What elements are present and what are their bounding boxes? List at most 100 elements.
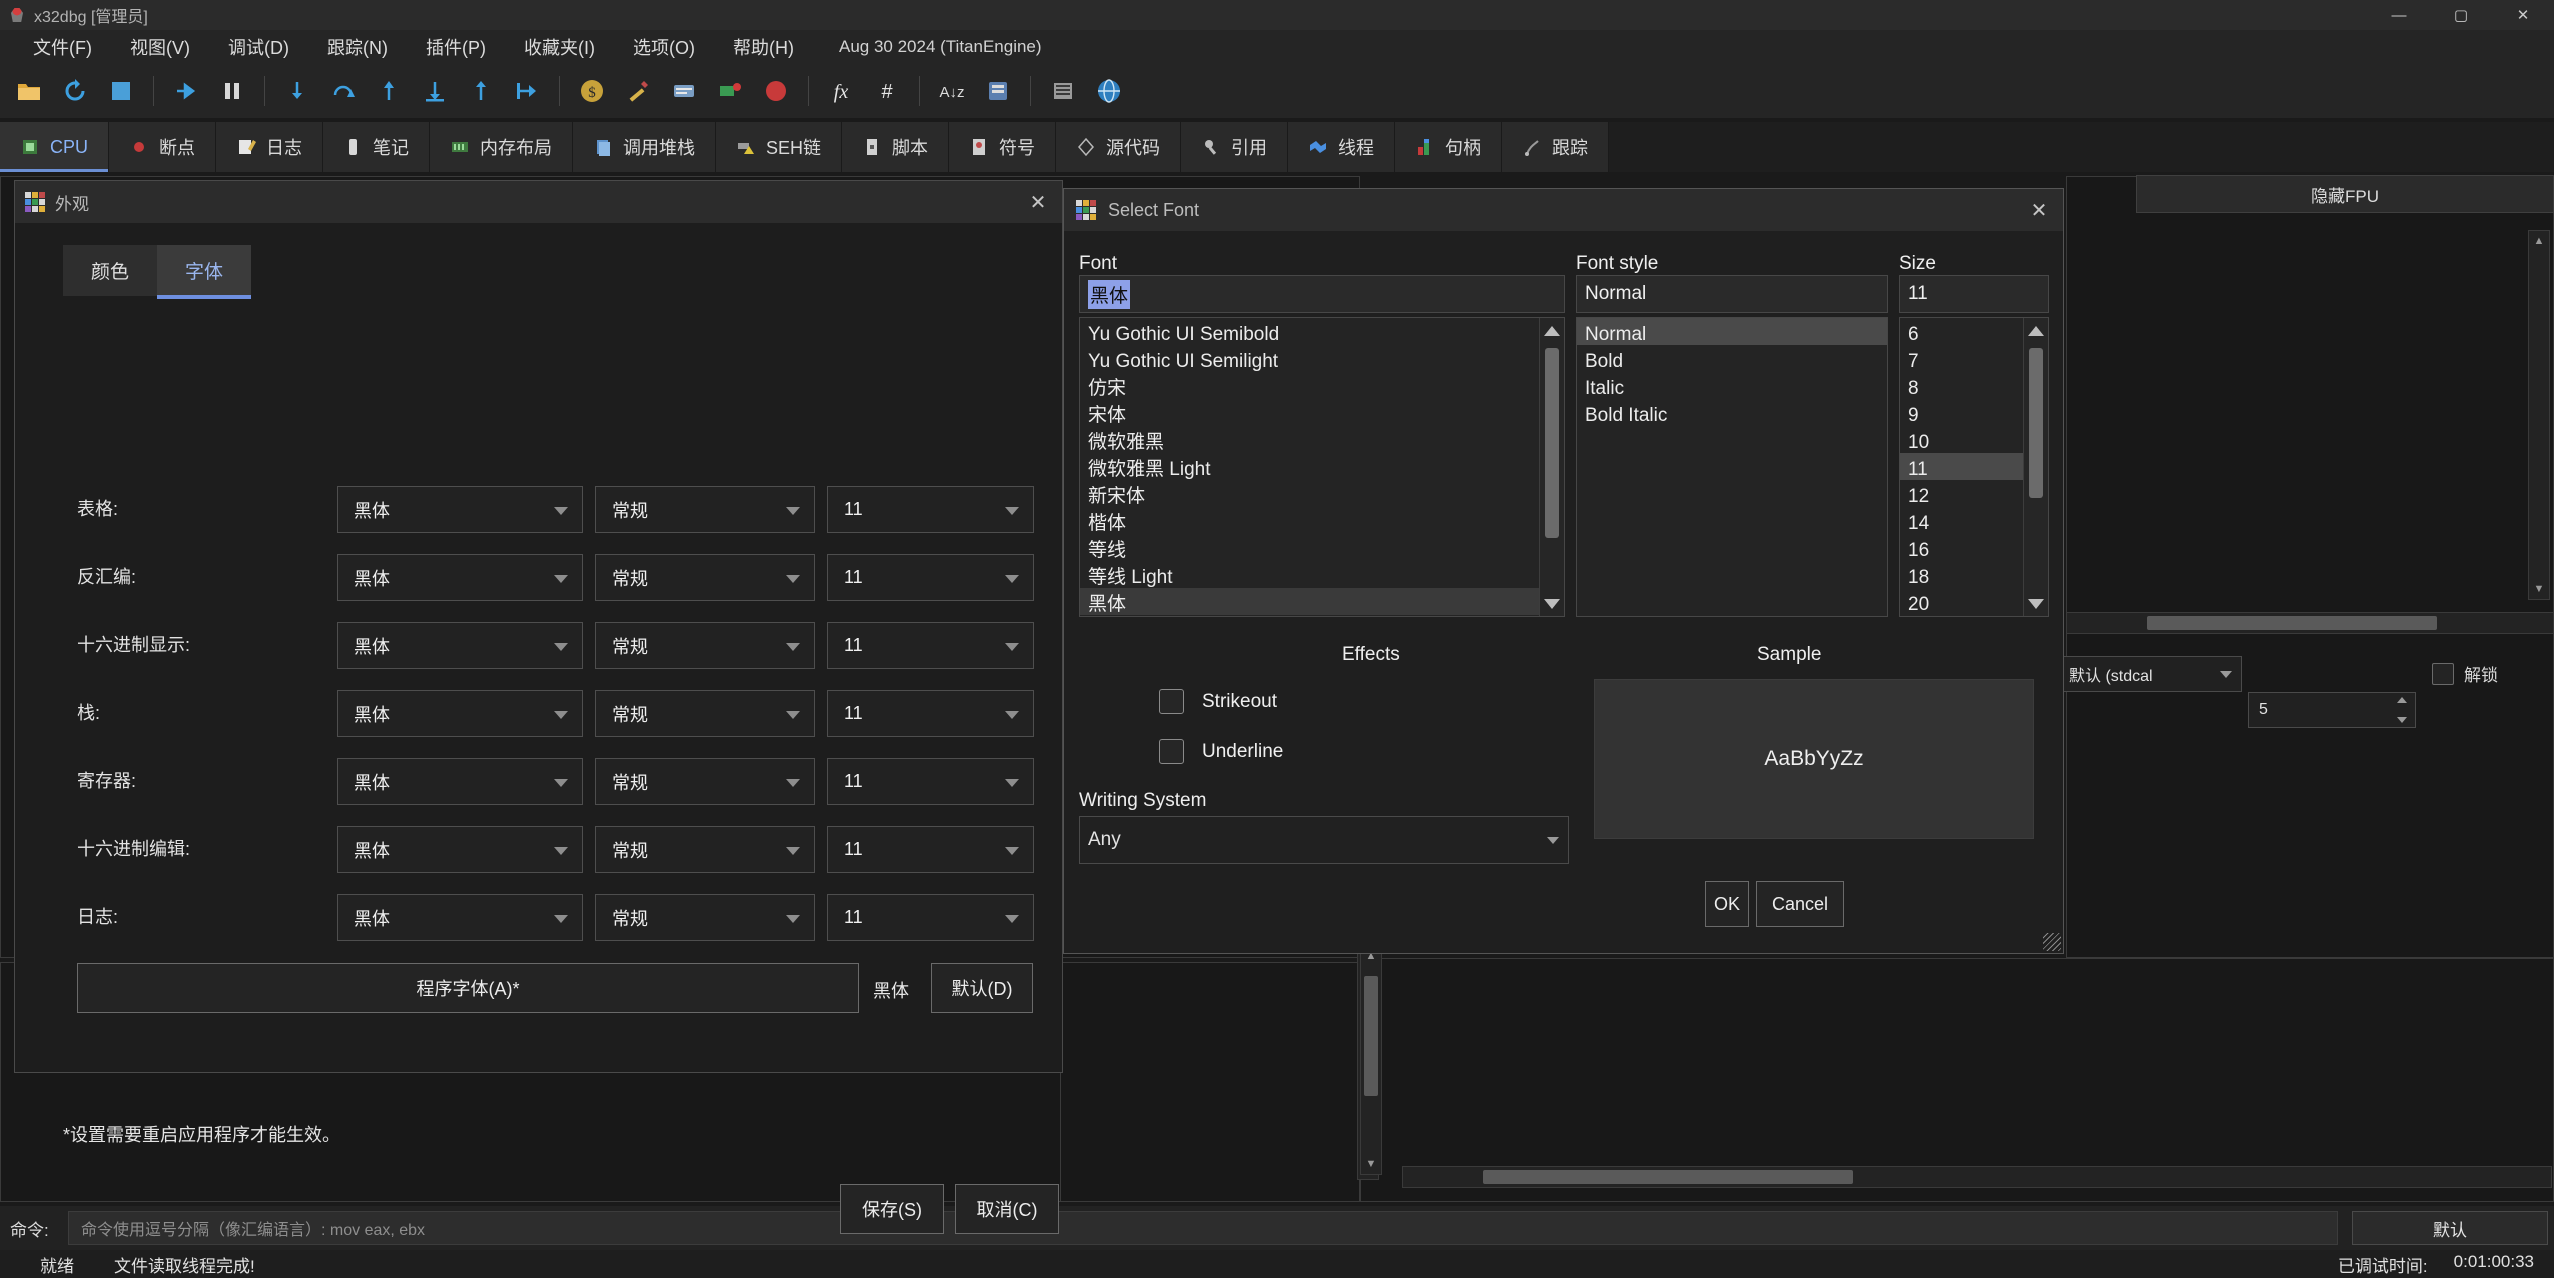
- appearance-close-button[interactable]: ✕: [1014, 181, 1062, 223]
- scroll-down-arrow[interactable]: [2024, 591, 2048, 616]
- menu-plugins[interactable]: 插件(P): [407, 30, 505, 64]
- scroll-down-arrow[interactable]: ▼: [2529, 579, 2549, 599]
- writing-system-select[interactable]: Any: [1079, 816, 1569, 864]
- underline-checkbox-row[interactable]: Underline: [1159, 739, 1283, 764]
- font-style-select[interactable]: 常规: [595, 758, 815, 805]
- font-style-select[interactable]: 常规: [595, 894, 815, 941]
- tab-trace[interactable]: 跟踪: [1502, 122, 1610, 172]
- font-size-select[interactable]: 11: [827, 622, 1034, 669]
- registers-hscrollbar[interactable]: [2066, 612, 2554, 634]
- scrollbar-thumb[interactable]: [1364, 976, 1378, 1096]
- font-family-select[interactable]: 黑体: [337, 758, 583, 805]
- tab-symbols[interactable]: 符号: [949, 122, 1057, 172]
- font-family-select[interactable]: 黑体: [337, 622, 583, 669]
- command-default-button[interactable]: 默认: [2352, 1211, 2548, 1245]
- tab-script[interactable]: 脚本: [842, 122, 950, 172]
- font-size-list-scrollbar[interactable]: [2023, 318, 2048, 616]
- tab-cpu[interactable]: CPU: [0, 122, 110, 172]
- command-input[interactable]: 命令使用逗号分隔（像汇编语言）: mov eax, ebx: [68, 1211, 2338, 1245]
- registers-vscrollbar[interactable]: ▲ ▼: [2528, 230, 2550, 600]
- font-size-select[interactable]: 11: [827, 894, 1034, 941]
- tab-source[interactable]: 源代码: [1056, 122, 1182, 172]
- font-list-scrollbar[interactable]: [1539, 318, 1564, 616]
- math-icon[interactable]: fx: [822, 72, 860, 110]
- cancel-button[interactable]: Cancel: [1756, 881, 1844, 927]
- maximize-button[interactable]: ▢: [2430, 0, 2492, 30]
- scrollbar-thumb[interactable]: [2147, 616, 2437, 630]
- list-item[interactable]: 等线 Light: [1080, 561, 1564, 588]
- font-size-input[interactable]: 11: [1899, 275, 2049, 313]
- list-item[interactable]: Bold: [1577, 345, 1887, 372]
- list-item[interactable]: 黑体: [1080, 588, 1564, 615]
- font-style-select[interactable]: 常规: [595, 826, 815, 873]
- tab-seh[interactable]: SEH链: [716, 122, 843, 172]
- list-item[interactable]: 新宋体: [1080, 480, 1564, 507]
- unlock-checkbox-row[interactable]: 解锁: [2432, 661, 2498, 686]
- list-item[interactable]: 楷体: [1080, 507, 1564, 534]
- tab-memory-map[interactable]: 内存布局: [430, 122, 574, 172]
- tab-notes[interactable]: 笔记: [323, 122, 431, 172]
- patch-icon[interactable]: $: [573, 72, 611, 110]
- notes-icon[interactable]: [665, 72, 703, 110]
- strikeout-checkbox-row[interactable]: Strikeout: [1159, 689, 1277, 714]
- select-font-close-button[interactable]: ✕: [2015, 189, 2063, 231]
- tab-fonts[interactable]: 字体: [157, 245, 252, 299]
- calling-convention-combo[interactable]: 默认 (stdcal: [2060, 656, 2242, 692]
- tab-colors[interactable]: 颜色: [63, 245, 158, 296]
- skip-icon[interactable]: [508, 72, 546, 110]
- tab-call-stack[interactable]: 调用堆栈: [573, 122, 717, 172]
- cancel-button[interactable]: 取消(C): [955, 1184, 1059, 1234]
- run-to-icon[interactable]: [416, 72, 454, 110]
- font-list[interactable]: Yu Gothic UI Semibold Yu Gothic UI Semil…: [1079, 317, 1565, 617]
- list-item[interactable]: 等线: [1080, 534, 1564, 561]
- font-style-select[interactable]: 常规: [595, 690, 815, 737]
- open-icon[interactable]: [10, 72, 48, 110]
- resize-grip[interactable]: [2043, 933, 2061, 951]
- step-into-icon[interactable]: [278, 72, 316, 110]
- list-item[interactable]: 宋体: [1080, 399, 1564, 426]
- run-icon[interactable]: [167, 72, 205, 110]
- font-name-input[interactable]: 黑体: [1079, 275, 1565, 313]
- run-until-return-icon[interactable]: [462, 72, 500, 110]
- menu-trace[interactable]: 跟踪(N): [308, 30, 407, 64]
- font-size-select[interactable]: 11: [827, 758, 1034, 805]
- font-family-select[interactable]: 黑体: [337, 894, 583, 941]
- restart-icon[interactable]: [56, 72, 94, 110]
- scrollbar-thumb[interactable]: [1483, 1170, 1853, 1184]
- pause-icon[interactable]: [213, 72, 251, 110]
- font-style-select[interactable]: 常规: [595, 486, 815, 533]
- scrollbar-thumb[interactable]: [1545, 348, 1559, 538]
- tab-log[interactable]: 日志: [216, 122, 324, 172]
- list-item[interactable]: Yu Gothic UI Semilight: [1080, 345, 1564, 372]
- list-item[interactable]: Normal: [1577, 318, 1887, 345]
- globe-icon[interactable]: [1090, 72, 1128, 110]
- font-size-select[interactable]: 11: [827, 486, 1034, 533]
- font-family-select[interactable]: 黑体: [337, 486, 583, 533]
- scroll-down-arrow[interactable]: ▼: [1361, 1154, 1381, 1174]
- tab-handles[interactable]: 句柄: [1395, 122, 1503, 172]
- memory-icon[interactable]: [1044, 72, 1082, 110]
- font-icon[interactable]: A↓z: [933, 72, 971, 110]
- menu-view[interactable]: 视图(V): [111, 30, 209, 64]
- scroll-up-arrow[interactable]: [2024, 318, 2048, 343]
- stack-hscrollbar[interactable]: [1402, 1166, 2552, 1188]
- menu-debug[interactable]: 调试(D): [209, 30, 308, 64]
- list-item[interactable]: Yu Gothic UI Semibold: [1080, 318, 1564, 345]
- font-style-list[interactable]: Normal Bold Italic Bold Italic: [1576, 317, 1888, 617]
- menu-help[interactable]: 帮助(H): [714, 30, 813, 64]
- font-style-select[interactable]: 常规: [595, 622, 815, 669]
- menu-favorites[interactable]: 收藏夹(I): [505, 30, 614, 64]
- font-size-select[interactable]: 11: [827, 826, 1034, 873]
- tab-references[interactable]: 引用: [1181, 122, 1289, 172]
- hash-icon[interactable]: #: [868, 72, 906, 110]
- app-font-default-button[interactable]: 默认(D): [931, 963, 1033, 1013]
- step-out-icon[interactable]: [370, 72, 408, 110]
- list-item[interactable]: 仿宋: [1080, 372, 1564, 399]
- settings-icon[interactable]: [979, 72, 1017, 110]
- dump-vscrollbar[interactable]: ▲ ▼: [1360, 945, 1382, 1175]
- save-button[interactable]: 保存(S): [840, 1184, 944, 1234]
- unlock-checkbox[interactable]: [2432, 662, 2454, 685]
- font-size-select[interactable]: 11: [827, 690, 1034, 737]
- scrollbar-thumb[interactable]: [2029, 348, 2043, 498]
- close-button[interactable]: ✕: [2492, 0, 2554, 30]
